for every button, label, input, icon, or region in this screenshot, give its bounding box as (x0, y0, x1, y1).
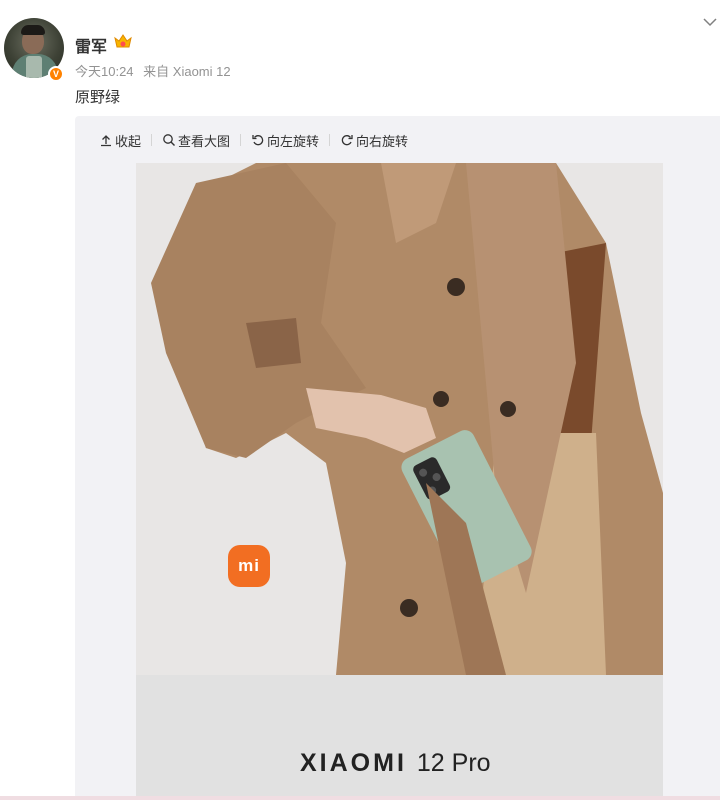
username[interactable]: 雷军 (75, 33, 107, 57)
post-text: 原野绿 (75, 89, 121, 106)
collapse-button[interactable]: 收起 (99, 131, 141, 150)
post-image[interactable]: mi XIAOMI 12 Pro (136, 163, 663, 800)
collapse-label: 收起 (115, 133, 142, 149)
trench-coat-photo (136, 163, 663, 675)
media-viewer: 收起 查看大图 向左旋转 向右旋转 mi XIAOMI 12 Pro (75, 116, 720, 800)
brand-wordmark: XIAOMI 12 Pro (300, 749, 491, 778)
brand-model: 12 Pro (416, 749, 491, 777)
post-meta: 今天10:24 来自 Xiaomi 12 (75, 61, 237, 80)
brand-strip: XIAOMI 12 Pro (136, 675, 663, 800)
media-toolbar: 收起 查看大图 向左旋转 向右旋转 (99, 131, 408, 149)
rotate-left-label: 向左旋转 (267, 133, 320, 149)
toolbar-divider (240, 134, 242, 146)
rotate-right-button[interactable]: 向右旋转 (340, 131, 408, 150)
chevron-down-icon[interactable] (702, 16, 718, 28)
verified-badge-icon: V (48, 66, 64, 82)
bottom-divider (0, 796, 720, 800)
toolbar-divider (329, 134, 331, 146)
search-icon (163, 134, 176, 146)
weibo-post: V 雷军 今天10:24 来自 Xiaomi 12 原野绿 收起 查看大图 向左… (0, 0, 720, 800)
rotate-right-label: 向右旋转 (356, 133, 409, 149)
brand-name: XIAOMI (300, 749, 407, 777)
vip-crown-icon (114, 34, 132, 48)
rotate-left-button[interactable]: 向左旋转 (251, 131, 319, 150)
mi-logo: mi (228, 545, 270, 587)
post-source[interactable]: 来自 Xiaomi 12 (143, 64, 230, 79)
toolbar-divider (151, 134, 153, 146)
rotate-left-icon (252, 135, 264, 146)
collapse-icon (101, 135, 111, 147)
rotate-right-icon (341, 135, 353, 146)
view-large-label: 查看大图 (178, 133, 231, 149)
post-time[interactable]: 今天10:24 (75, 64, 134, 79)
view-large-button[interactable]: 查看大图 (162, 131, 230, 150)
